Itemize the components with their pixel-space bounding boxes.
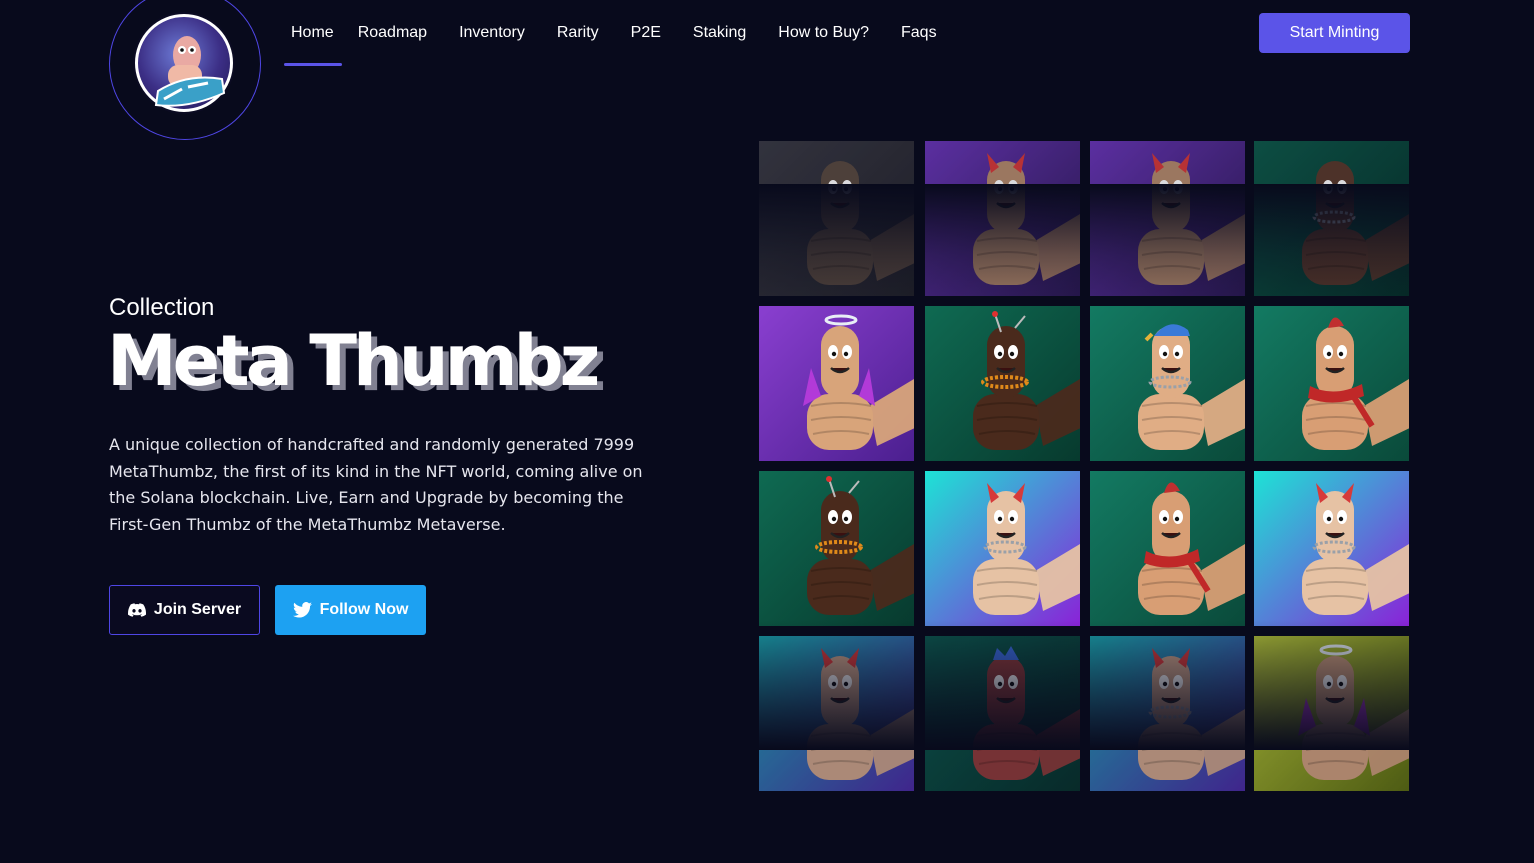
thumb-character-illustration	[759, 306, 914, 461]
hero-description: A unique collection of handcrafted and r…	[109, 435, 643, 534]
join-server-label: Join Server	[153, 601, 242, 618]
thumb-character-illustration	[759, 636, 914, 791]
main-nav: Home Roadmap Inventory Rarity P2E Stakin…	[284, 0, 953, 66]
brand-logo[interactable]	[135, 14, 233, 112]
nft-tile[interactable]	[759, 141, 914, 296]
thumb-character-illustration	[1090, 306, 1245, 461]
thumb-character-illustration	[759, 141, 914, 296]
nft-tile[interactable]	[1254, 636, 1409, 791]
thumb-character-illustration	[1254, 141, 1409, 296]
nft-tile[interactable]	[925, 636, 1080, 791]
thumb-character-illustration	[1090, 636, 1245, 791]
thumb-character-illustration	[1090, 471, 1245, 626]
thumb-character-illustration	[925, 471, 1080, 626]
hero-title: Meta Thumbz	[107, 320, 600, 402]
nft-tile[interactable]	[1090, 636, 1245, 791]
nft-tile[interactable]	[759, 306, 914, 461]
twitter-icon	[292, 602, 312, 618]
nav-home[interactable]: Home	[284, 0, 342, 66]
thumb-character-illustration	[1254, 636, 1409, 791]
nft-tile[interactable]	[925, 471, 1080, 626]
join-server-button[interactable]: Join Server	[109, 585, 260, 635]
nft-tile[interactable]	[925, 141, 1080, 296]
nav-rarity[interactable]: Rarity	[541, 0, 615, 66]
nft-tile[interactable]	[1090, 141, 1245, 296]
thumbs-up-mascot-logo-icon	[154, 36, 226, 107]
thumb-character-illustration	[1254, 471, 1409, 626]
nft-gallery-grid	[759, 141, 1410, 791]
thumb-character-illustration	[1254, 306, 1409, 461]
start-minting-button[interactable]: Start Minting	[1259, 13, 1410, 53]
nav-p2e[interactable]: P2E	[615, 0, 677, 66]
nav-staking[interactable]: Staking	[677, 0, 762, 66]
nft-tile[interactable]	[1254, 471, 1409, 626]
nav-how-to-buy[interactable]: How to Buy?	[762, 0, 885, 66]
nft-tile[interactable]	[759, 636, 914, 791]
nft-tile[interactable]	[759, 471, 914, 626]
nav-faqs[interactable]: Faqs	[885, 0, 953, 66]
nav-roadmap[interactable]: Roadmap	[342, 0, 443, 66]
nft-tile[interactable]	[1090, 471, 1245, 626]
nft-tile[interactable]	[1254, 141, 1409, 296]
thumb-character-illustration	[759, 471, 914, 626]
follow-now-button[interactable]: Follow Now	[275, 585, 426, 635]
discord-icon	[127, 603, 146, 617]
thumb-character-illustration	[925, 636, 1080, 791]
follow-now-label: Follow Now	[319, 601, 409, 618]
nft-tile[interactable]	[925, 306, 1080, 461]
nav-inventory[interactable]: Inventory	[443, 0, 541, 66]
nft-tile[interactable]	[1090, 306, 1245, 461]
thumb-character-illustration	[925, 141, 1080, 296]
nft-tile[interactable]	[1254, 306, 1409, 461]
thumb-character-illustration	[1090, 141, 1245, 296]
thumb-character-illustration	[925, 306, 1080, 461]
